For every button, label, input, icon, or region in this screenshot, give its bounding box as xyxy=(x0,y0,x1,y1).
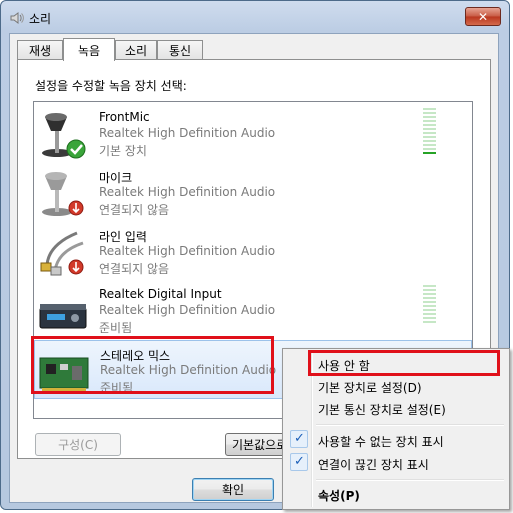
checkmark-glyph: ✓ xyxy=(294,454,305,469)
title-bar[interactable]: 소리 ✕ xyxy=(1,1,509,33)
device-name: Realtek Digital Input xyxy=(99,287,222,301)
checkmark-icon: ✓ xyxy=(290,453,308,471)
menu-separator xyxy=(316,424,504,426)
menu-item-label: 속성(P) xyxy=(318,489,360,503)
microphone-unplugged-icon xyxy=(42,172,84,216)
set-default-button-label: 기본값으로 xyxy=(232,438,288,452)
configure-button-label: 구성(C) xyxy=(58,438,98,452)
menu-item-label: 사용할 수 없는 장치 표시 xyxy=(318,435,444,449)
device-status: 연결되지 않음 xyxy=(99,262,170,276)
configure-button[interactable]: 구성(C) xyxy=(35,433,121,456)
checkmark-icon: ✓ xyxy=(290,430,308,448)
device-item-line-in[interactable]: 라인 입력 Realtek High Definition Audio 연결되지… xyxy=(34,222,472,281)
device-status: 기본 장치 xyxy=(99,144,147,158)
speaker-icon xyxy=(10,12,24,24)
menu-item-show-disconnected-devices[interactable]: ✓ 연결이 끊긴 장치 표시 xyxy=(285,452,507,474)
selected-device-highlight xyxy=(31,336,274,394)
tab-playback[interactable]: 재생 xyxy=(17,40,63,60)
tab-sounds[interactable]: 소리 xyxy=(115,40,157,60)
device-driver: Realtek High Definition Audio xyxy=(99,185,276,199)
menu-item-properties[interactable]: 속성(P) xyxy=(285,483,507,505)
device-driver: Realtek High Definition Audio xyxy=(99,303,276,317)
device-item-digital-input[interactable]: Realtek Digital Input Realtek High Defin… xyxy=(34,281,472,340)
tab-label: 녹음 xyxy=(77,43,101,58)
device-name: FrontMic xyxy=(99,110,150,124)
level-meter xyxy=(423,108,436,154)
menu-item-set-default-comm-device[interactable]: 기본 통신 장치로 설정(E) xyxy=(285,397,507,419)
device-select-prompt: 설정을 수정할 녹음 장치 선택: xyxy=(35,79,187,93)
menu-item-label: 기본 장치로 설정(D) xyxy=(318,381,422,395)
tab-label: 통신 xyxy=(168,44,192,58)
device-status: 연결되지 않음 xyxy=(99,203,170,217)
device-name: 마이크 xyxy=(99,171,133,185)
window-title: 소리 xyxy=(29,12,52,26)
device-name: 라인 입력 xyxy=(99,230,147,244)
device-status: 준비됨 xyxy=(99,321,133,335)
checkmark-glyph: ✓ xyxy=(294,431,305,446)
microphone-default-icon xyxy=(42,113,86,159)
tab-label: 소리 xyxy=(124,44,148,58)
line-in-cable-icon xyxy=(40,231,84,276)
digital-input-device-icon xyxy=(39,304,87,329)
tab-recording[interactable]: 녹음 xyxy=(63,38,115,61)
close-button[interactable]: ✕ xyxy=(465,7,501,26)
disable-item-highlight xyxy=(308,350,500,376)
ok-button-label: 확인 xyxy=(221,483,245,497)
menu-separator xyxy=(316,479,504,481)
menu-item-set-default-device[interactable]: 기본 장치로 설정(D) xyxy=(285,375,507,397)
menu-item-label: 연결이 끊긴 장치 표시 xyxy=(318,458,429,472)
tab-label: 재생 xyxy=(28,44,52,58)
ok-button[interactable]: 확인 xyxy=(192,478,274,501)
close-icon: ✕ xyxy=(477,9,489,24)
device-driver: Realtek High Definition Audio xyxy=(99,126,276,140)
device-driver: Realtek High Definition Audio xyxy=(99,244,276,258)
device-item-mic[interactable]: 마이크 Realtek High Definition Audio 연결되지 않… xyxy=(34,163,472,222)
menu-item-label: 기본 통신 장치로 설정(E) xyxy=(318,403,446,417)
menu-item-show-disabled-devices[interactable]: ✓ 사용할 수 없는 장치 표시 xyxy=(285,429,507,451)
level-meter xyxy=(423,285,436,329)
tab-communications[interactable]: 통신 xyxy=(157,40,203,60)
device-item-frontmic[interactable]: FrontMic Realtek High Definition Audio 기… xyxy=(34,104,472,163)
